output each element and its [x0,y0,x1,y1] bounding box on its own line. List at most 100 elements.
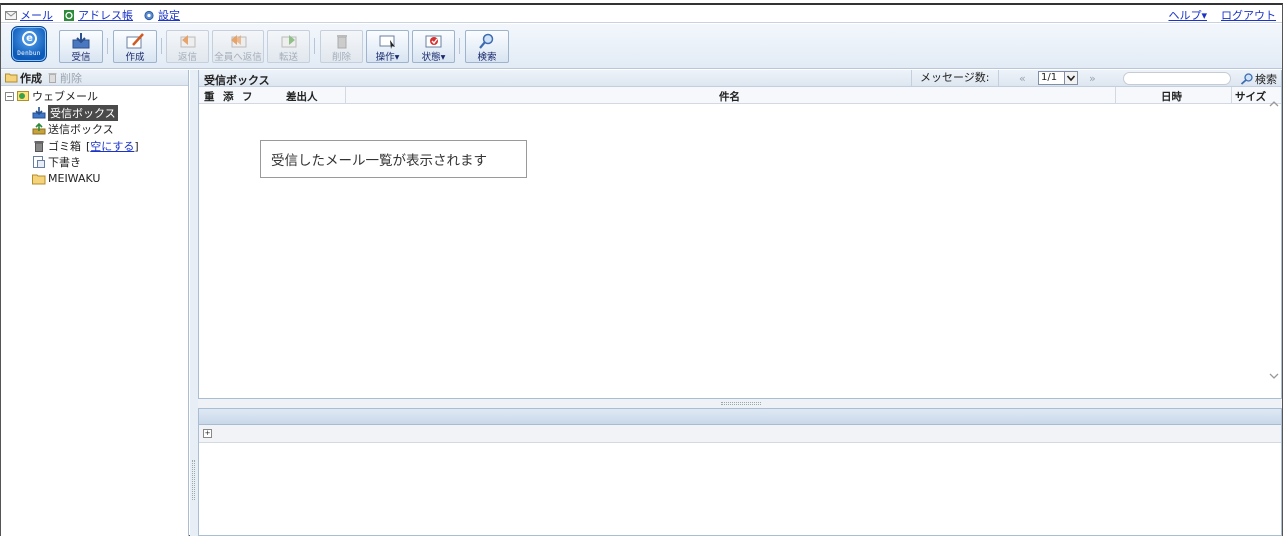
horizontal-splitter-grip[interactable] [721,402,761,405]
operation-label: 操作▾ [375,52,400,63]
reply-all-icon [231,35,247,48]
col-size[interactable]: サイズ [1235,89,1266,104]
empty-trash-wrap: [空にする] [86,139,139,153]
compose-icon [126,33,144,49]
message-list-header: 受信ボックス メッセージ数: 0 « 1/1 » 検索 [199,70,1281,100]
app-frame: メール アドレス帳 設定 ヘルプ▾ ログアウト e Denbun 受信 作成 返… [0,3,1283,536]
operation-button[interactable]: 操作▾ [366,30,409,63]
logo-e-icon: e [22,31,37,46]
reply-button[interactable]: 返信 [166,30,209,63]
next-page-button[interactable]: » [1089,72,1096,85]
preview-toolbar: + [199,425,1281,443]
top-nav: メール アドレス帳 設定 ヘルプ▾ ログアウト [1,5,1282,23]
reply-all-button[interactable]: 全員へ返信 [212,30,264,63]
delete-label: 削除 [331,52,351,63]
column-headers: 重 添 フ 差出人 件名 日時 サイズ [199,87,1281,104]
nav-address-book-link[interactable]: アドレス帳 [78,7,133,23]
empty-trash-link[interactable]: 空にする [90,140,134,153]
status-button[interactable]: 状態▾ [412,30,455,63]
nav-mail-link[interactable]: メール [20,7,53,23]
toolbar: e Denbun 受信 作成 返信 全員へ返信 転送 削除 操作▾ 状態▾ 検索 [1,24,1282,69]
scroll-down-icon[interactable] [1269,372,1279,383]
folder-compose-button[interactable]: 作成 [20,70,42,86]
vertical-splitter-grip[interactable] [192,460,195,500]
quick-search-input[interactable] [1123,72,1231,85]
folder-pane-header: 作成 削除 [1,70,188,86]
quick-search-label: 検索 [1255,73,1277,86]
folder-meiwaku-label: MEIWAKU [48,172,101,186]
folder-open-icon [5,73,18,83]
status-icon [425,35,441,48]
prev-page-button[interactable]: « [1019,72,1026,85]
folder-trash[interactable]: ゴミ箱 [空にする] [1,138,188,155]
reply-icon [180,35,195,48]
reply-all-label: 全員へ返信 [214,52,262,63]
search-label: 検索 [477,52,497,63]
preview-pane: + [198,408,1282,536]
compose-button[interactable]: 作成 [113,30,157,63]
column-divider[interactable] [1231,87,1232,103]
drafts-icon [33,156,45,169]
folder-inbox-label: 受信ボックス [48,104,118,121]
column-divider[interactable] [345,87,346,103]
folder-delete-button[interactable]: 削除 [60,70,82,86]
folder-pane: 作成 削除 − ウェブメール 受信ボックス 送信ボックス ゴミ箱 [空にする] [1,70,189,536]
folder-sent-label: 送信ボックス [48,123,114,137]
toolbar-divider [314,38,315,54]
inbox-icon [32,106,46,119]
col-subject[interactable]: 件名 [719,89,740,104]
toolbar-divider [161,38,162,54]
address-book-icon [64,9,74,21]
logout-link[interactable]: ログアウト [1221,7,1276,23]
folder-inbox[interactable]: 受信ボックス [1,104,188,122]
nav-mail[interactable]: メール [5,7,53,23]
folder-icon [32,174,46,185]
trash-icon [34,140,44,152]
toolbar-divider [107,38,108,54]
receive-icon [72,33,90,49]
tree-root-label: ウェブメール [32,90,98,104]
scroll-up-icon[interactable] [1269,100,1279,111]
expand-icon[interactable]: + [203,429,212,438]
delete-button[interactable]: 削除 [320,30,363,63]
search-button[interactable]: 検索 [465,30,509,63]
folder-tree: − ウェブメール 受信ボックス 送信ボックス ゴミ箱 [空にする] 下書き ME… [1,86,188,187]
trash-icon [48,73,57,83]
folder-drafts[interactable]: 下書き [1,154,188,171]
tree-root[interactable]: − ウェブメール [1,88,188,105]
col-sender[interactable]: 差出人 [286,89,318,104]
search-icon [479,33,494,49]
forward-icon [281,35,296,48]
forward-button[interactable]: 転送 [267,30,310,63]
folder-drafts-label: 下書き [48,156,81,170]
folder-trash-label: ゴミ箱 [48,139,81,153]
page-select[interactable]: 1/1 [1038,71,1078,85]
compose-label: 作成 [125,52,145,63]
operation-icon [379,35,395,49]
help-link[interactable]: ヘルプ▾ [1168,7,1207,23]
webmail-icon [17,91,29,102]
receive-button[interactable]: 受信 [59,30,103,63]
nav-address-book[interactable]: アドレス帳 [63,7,133,23]
receive-label: 受信 [71,52,91,63]
toolbar-divider [459,38,460,54]
sent-icon [32,123,46,135]
message-count: メッセージ数: 0 [911,70,999,100]
gear-icon [144,10,154,20]
col-date[interactable]: 日時 [1161,89,1182,104]
quick-search-button[interactable]: 検索 [1240,71,1277,87]
search-icon [1240,73,1253,85]
nav-settings[interactable]: 設定 [143,7,180,23]
logo-text: Denbun [17,50,41,57]
nav-settings-link[interactable]: 設定 [158,7,180,23]
reply-label: 返信 [177,52,197,63]
folder-sent[interactable]: 送信ボックス [1,121,188,138]
page-select-value: 1/1 [1041,72,1058,83]
collapse-icon[interactable]: − [5,91,14,101]
preview-header [199,409,1281,425]
folder-meiwaku[interactable]: MEIWAKU [1,171,188,188]
column-divider[interactable] [1115,87,1116,103]
col-attach[interactable]: 添 [223,89,234,104]
col-flag[interactable]: フ [242,89,253,104]
col-priority[interactable]: 重 [204,89,215,104]
